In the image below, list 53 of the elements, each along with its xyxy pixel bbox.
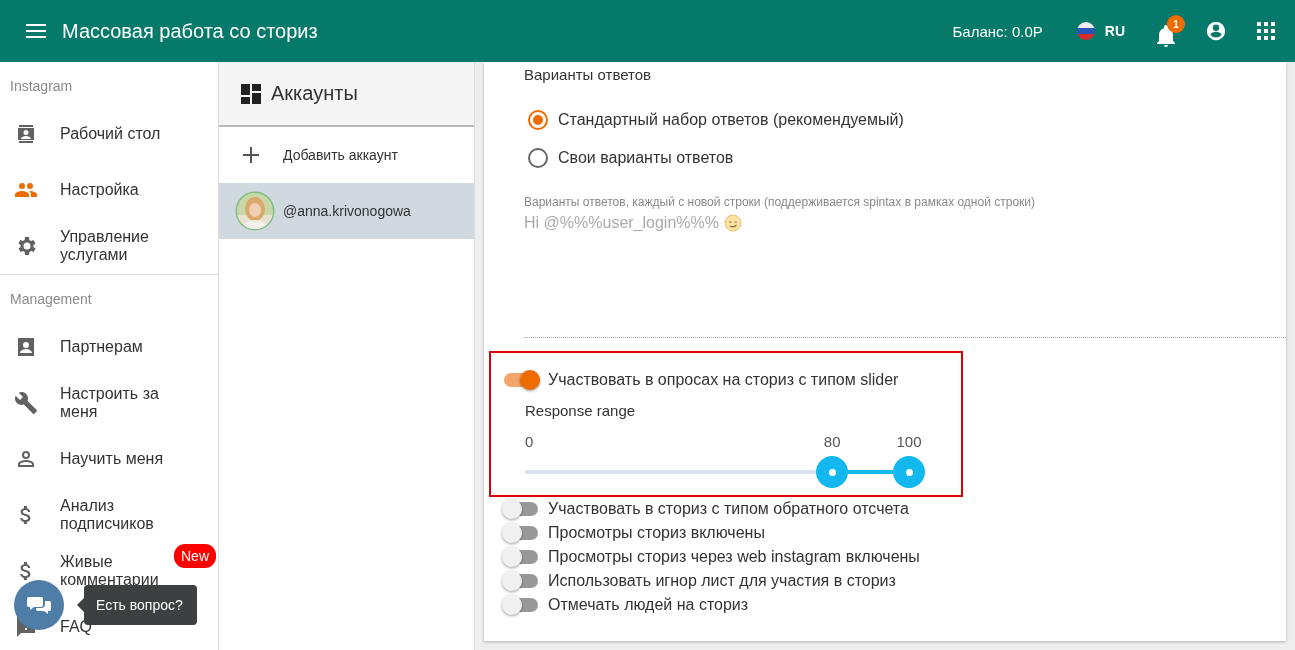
apps-grid-icon[interactable] [1257,22,1275,40]
section-title: Instagram [9,77,74,96]
section-title: Management [9,290,93,309]
sidebar-item[interactable]: Настроить за меня [0,375,218,431]
toggle-label[interactable]: Отмечать людей на сториз [484,593,1286,617]
toggle-switch[interactable] [504,526,538,540]
bell-icon [1157,25,1175,47]
slider-value: 100 [896,433,922,450]
radio-button[interactable] [528,110,548,130]
slider-min-label: 0 [525,433,534,450]
emoji-icon [724,214,742,232]
slider-range [848,470,893,474]
toggle-switch[interactable] [504,550,538,564]
toggle-label[interactable]: Использовать игнор лист для участия в сториз [484,569,1286,593]
slider-value: 80 [823,433,841,450]
add-account-button[interactable]: Добавить аккаунт [219,127,474,183]
language-label[interactable]: RU [1104,23,1125,39]
toggle-label[interactable]: Участвовать в сториз с типом обратного отсчета [484,497,1286,521]
sidebar-item[interactable]: Настройка [0,162,218,218]
slider-thumb[interactable] [893,456,925,488]
accounts-title: Аккаунты [271,82,358,105]
chat-bubbles-icon [27,595,51,615]
radio-option[interactable]: Стандартный набор ответов (рекомендуемый) [524,101,1286,139]
sidebar-item[interactable]: Партнерам [0,319,218,375]
toggle-switch[interactable] [504,373,538,387]
balance-text: Баланс: 0.0Р [952,22,1043,40]
radio-button[interactable] [528,148,548,168]
field-label: Варианты ответов, каждый с новой строки (поддерживается spintax в рамках одной строки) [524,195,1036,209]
radio-option[interactable]: Свои варианты ответов [524,139,1286,177]
account-item[interactable]: @anna.krivonogowa [219,183,474,239]
account-icon[interactable] [1205,20,1227,42]
sidebar-item[interactable]: Рабочий стол [0,106,218,162]
toggle-label[interactable]: Просмотры сториз через web instagram включены [484,545,1286,569]
slider-label: Response range [525,402,637,419]
plus-icon [243,147,259,163]
page-title: Массовая работа со сториз [62,19,319,43]
toggle-label[interactable]: Участвовать в опросах на сториз с типом slider [504,368,943,392]
tooltip-pointer-icon [77,598,84,612]
new-badge: New [174,544,216,568]
dashboard-icon [241,83,261,104]
notification-count: 1 [1167,15,1185,33]
menu-icon[interactable] [26,23,46,39]
section-label: Варианты ответов [524,66,653,85]
toggle-switch[interactable] [504,598,538,612]
flag-icon[interactable] [1076,22,1095,40]
sidebar-item[interactable]: Научить меня [0,431,218,487]
sidebar-item[interactable]: Анализ подписчиков [0,487,218,543]
toggle-switch[interactable] [504,502,538,516]
toggle-switch[interactable] [504,574,538,588]
chat-tooltip: Есть вопрос? [84,585,197,625]
slider-thumb[interactable] [816,456,849,488]
toggle-label[interactable]: Просмотры сториз включены [484,521,1286,545]
sidebar-item[interactable]: Управление услугами [0,218,218,274]
